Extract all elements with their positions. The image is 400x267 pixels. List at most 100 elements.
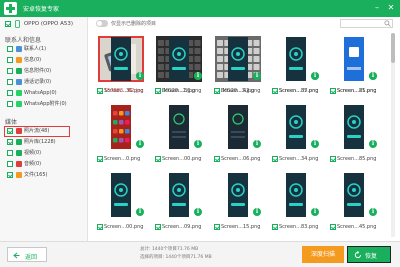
tile-checkbox[interactable]: [330, 155, 336, 162]
info-icon[interactable]: i: [136, 72, 144, 80]
grid-tile[interactable]: i Screen...45.png: [329, 168, 379, 233]
tile-caption: Screen...45.png: [330, 223, 380, 232]
scrollbar-thumb[interactable]: [391, 33, 395, 63]
photo-grid: i157883...62.jpgiIMG20...1.jpgiIMG20...3…: [96, 32, 386, 237]
close-icon[interactable]: ✕: [386, 3, 396, 13]
info-icon[interactable]: i: [253, 72, 261, 80]
grid-tile[interactable]: i Screen...00.png: [96, 168, 146, 233]
tile-checkbox[interactable]: [214, 223, 220, 230]
sidebar-checkbox[interactable]: [7, 149, 13, 156]
restore-label: 恢复: [365, 253, 378, 260]
sidebar-item[interactable]: 联系人(1): [7, 45, 85, 54]
call-log-icon: [16, 78, 22, 85]
tile-checkbox[interactable]: [272, 223, 278, 230]
tile-checkbox[interactable]: [155, 155, 161, 162]
grid-tile[interactable]: i Screen...42.png: [213, 32, 263, 97]
grid-tile[interactable]: i Screen...83.png: [271, 168, 321, 233]
info-icon[interactable]: i: [253, 140, 261, 148]
sidebar-item[interactable]: WhatsApp(0): [7, 89, 85, 98]
tile-checkbox[interactable]: [272, 87, 278, 94]
sidebar-item[interactable]: 信息(0): [7, 56, 85, 65]
grid-tile[interactable]: i Screen...85.png: [329, 32, 379, 97]
tile-filename: Screen...42.png: [221, 87, 261, 94]
sidebar-item-label: 音频(0): [24, 161, 42, 167]
info-icon[interactable]: i: [311, 140, 319, 148]
info-icon[interactable]: i: [369, 72, 377, 80]
grid-tile[interactable]: i Screen...06.png: [213, 100, 263, 165]
tile-checkbox[interactable]: [97, 155, 103, 162]
tile-filename: Screen...00.png: [162, 155, 202, 162]
search-icon: [384, 20, 391, 27]
tile-caption: Screen...30.png: [155, 87, 205, 96]
tile-filename: Screen...0.png: [104, 155, 141, 162]
grid-tile[interactable]: i Screen...09.png: [154, 168, 204, 233]
whatsapp-attachment-icon: [16, 100, 22, 107]
back-button[interactable]: 返回: [7, 247, 47, 262]
sidebar-checkbox[interactable]: [7, 100, 13, 107]
tile-checkbox[interactable]: [97, 223, 103, 230]
sidebar-checkbox[interactable]: [7, 160, 13, 167]
info-icon[interactable]: i: [369, 208, 377, 216]
tile-caption: Screen...85.png: [272, 87, 322, 96]
sidebar-item-label: WhatsApp(0): [24, 89, 57, 96]
video-icon: [16, 149, 22, 156]
info-icon[interactable]: i: [136, 208, 144, 216]
tile-checkbox[interactable]: [214, 155, 220, 162]
photo-library-icon: [16, 138, 22, 145]
tile-checkbox[interactable]: [155, 87, 161, 94]
info-icon[interactable]: i: [194, 72, 202, 80]
tile-checkbox[interactable]: [272, 155, 278, 162]
search-input[interactable]: [340, 19, 393, 28]
grid-tile[interactable]: i Screen...34.png: [271, 100, 321, 165]
sidebar-item[interactable]: 照片库(1228): [7, 138, 85, 147]
grid-scrollbar[interactable]: [391, 33, 395, 237]
sidebar-checkbox[interactable]: [7, 138, 13, 145]
tile-checkbox[interactable]: [214, 87, 220, 94]
tile-caption: Screen...09.png: [155, 223, 205, 232]
tile-caption: Screen...36.png: [97, 87, 147, 96]
deleted-only-toggle[interactable]: [96, 20, 108, 27]
grid-tile[interactable]: i Screen...85.png: [271, 32, 321, 97]
sidebar-item-label: 文件(165): [24, 172, 48, 178]
sidebar: OPPO (OPPO A53) 联系人和信息 联系人(1) 信息(0) 信息附件(0)…: [0, 17, 88, 242]
device-checkbox[interactable]: [5, 21, 11, 27]
sidebar-checkbox[interactable]: [7, 67, 13, 74]
sidebar-item[interactable]: 音频(0): [7, 160, 85, 169]
info-icon[interactable]: i: [369, 140, 377, 148]
grid-tile[interactable]: i Screen...15.png: [213, 168, 263, 233]
grid-tile[interactable]: i Screen...30.png: [154, 32, 204, 97]
info-icon[interactable]: i: [253, 208, 261, 216]
deep-scan-button[interactable]: 深度扫描: [302, 246, 344, 263]
back-label: 返回: [25, 254, 38, 261]
sidebar-item[interactable]: 信息附件(0): [7, 67, 85, 76]
tile-checkbox[interactable]: [330, 87, 336, 94]
restore-button[interactable]: 恢复: [347, 246, 391, 263]
sidebar-item[interactable]: WhatsApp附件(0): [7, 100, 85, 109]
section-heading: 联系人和信息: [5, 37, 42, 44]
section-heading: 媒体: [5, 119, 18, 126]
sidebar-item-label: WhatsApp附件(0): [24, 101, 67, 107]
grid-tile[interactable]: i Screen...36.png: [96, 32, 146, 97]
sidebar-item[interactable]: 通话记录(0): [7, 78, 85, 87]
tile-caption: Screen...0.png: [97, 155, 147, 164]
grid-tile[interactable]: i Screen...0.png: [96, 100, 146, 165]
sidebar-item[interactable]: 文件(165): [7, 171, 85, 180]
info-icon[interactable]: i: [311, 72, 319, 80]
minimize-icon[interactable]: –: [372, 3, 382, 13]
grid-tile[interactable]: i Screen...85.png: [329, 100, 379, 165]
grid-tile[interactable]: i Screen...00.png: [154, 100, 204, 165]
sidebar-checkbox[interactable]: [7, 171, 13, 178]
tile-checkbox[interactable]: [330, 223, 336, 230]
sidebar-checkbox[interactable]: [7, 89, 13, 96]
sidebar-item[interactable]: 视频(0): [7, 149, 85, 158]
info-icon[interactable]: i: [194, 208, 202, 216]
info-icon[interactable]: i: [311, 208, 319, 216]
tile-checkbox[interactable]: [155, 223, 161, 230]
tile-checkbox[interactable]: [97, 87, 103, 94]
info-icon[interactable]: i: [136, 140, 144, 148]
sidebar-checkbox[interactable]: [7, 56, 13, 63]
sidebar-checkbox[interactable]: [7, 78, 13, 85]
sidebar-checkbox[interactable]: [7, 45, 13, 52]
info-icon[interactable]: i: [194, 140, 202, 148]
tile-caption: Screen...06.png: [214, 155, 264, 164]
